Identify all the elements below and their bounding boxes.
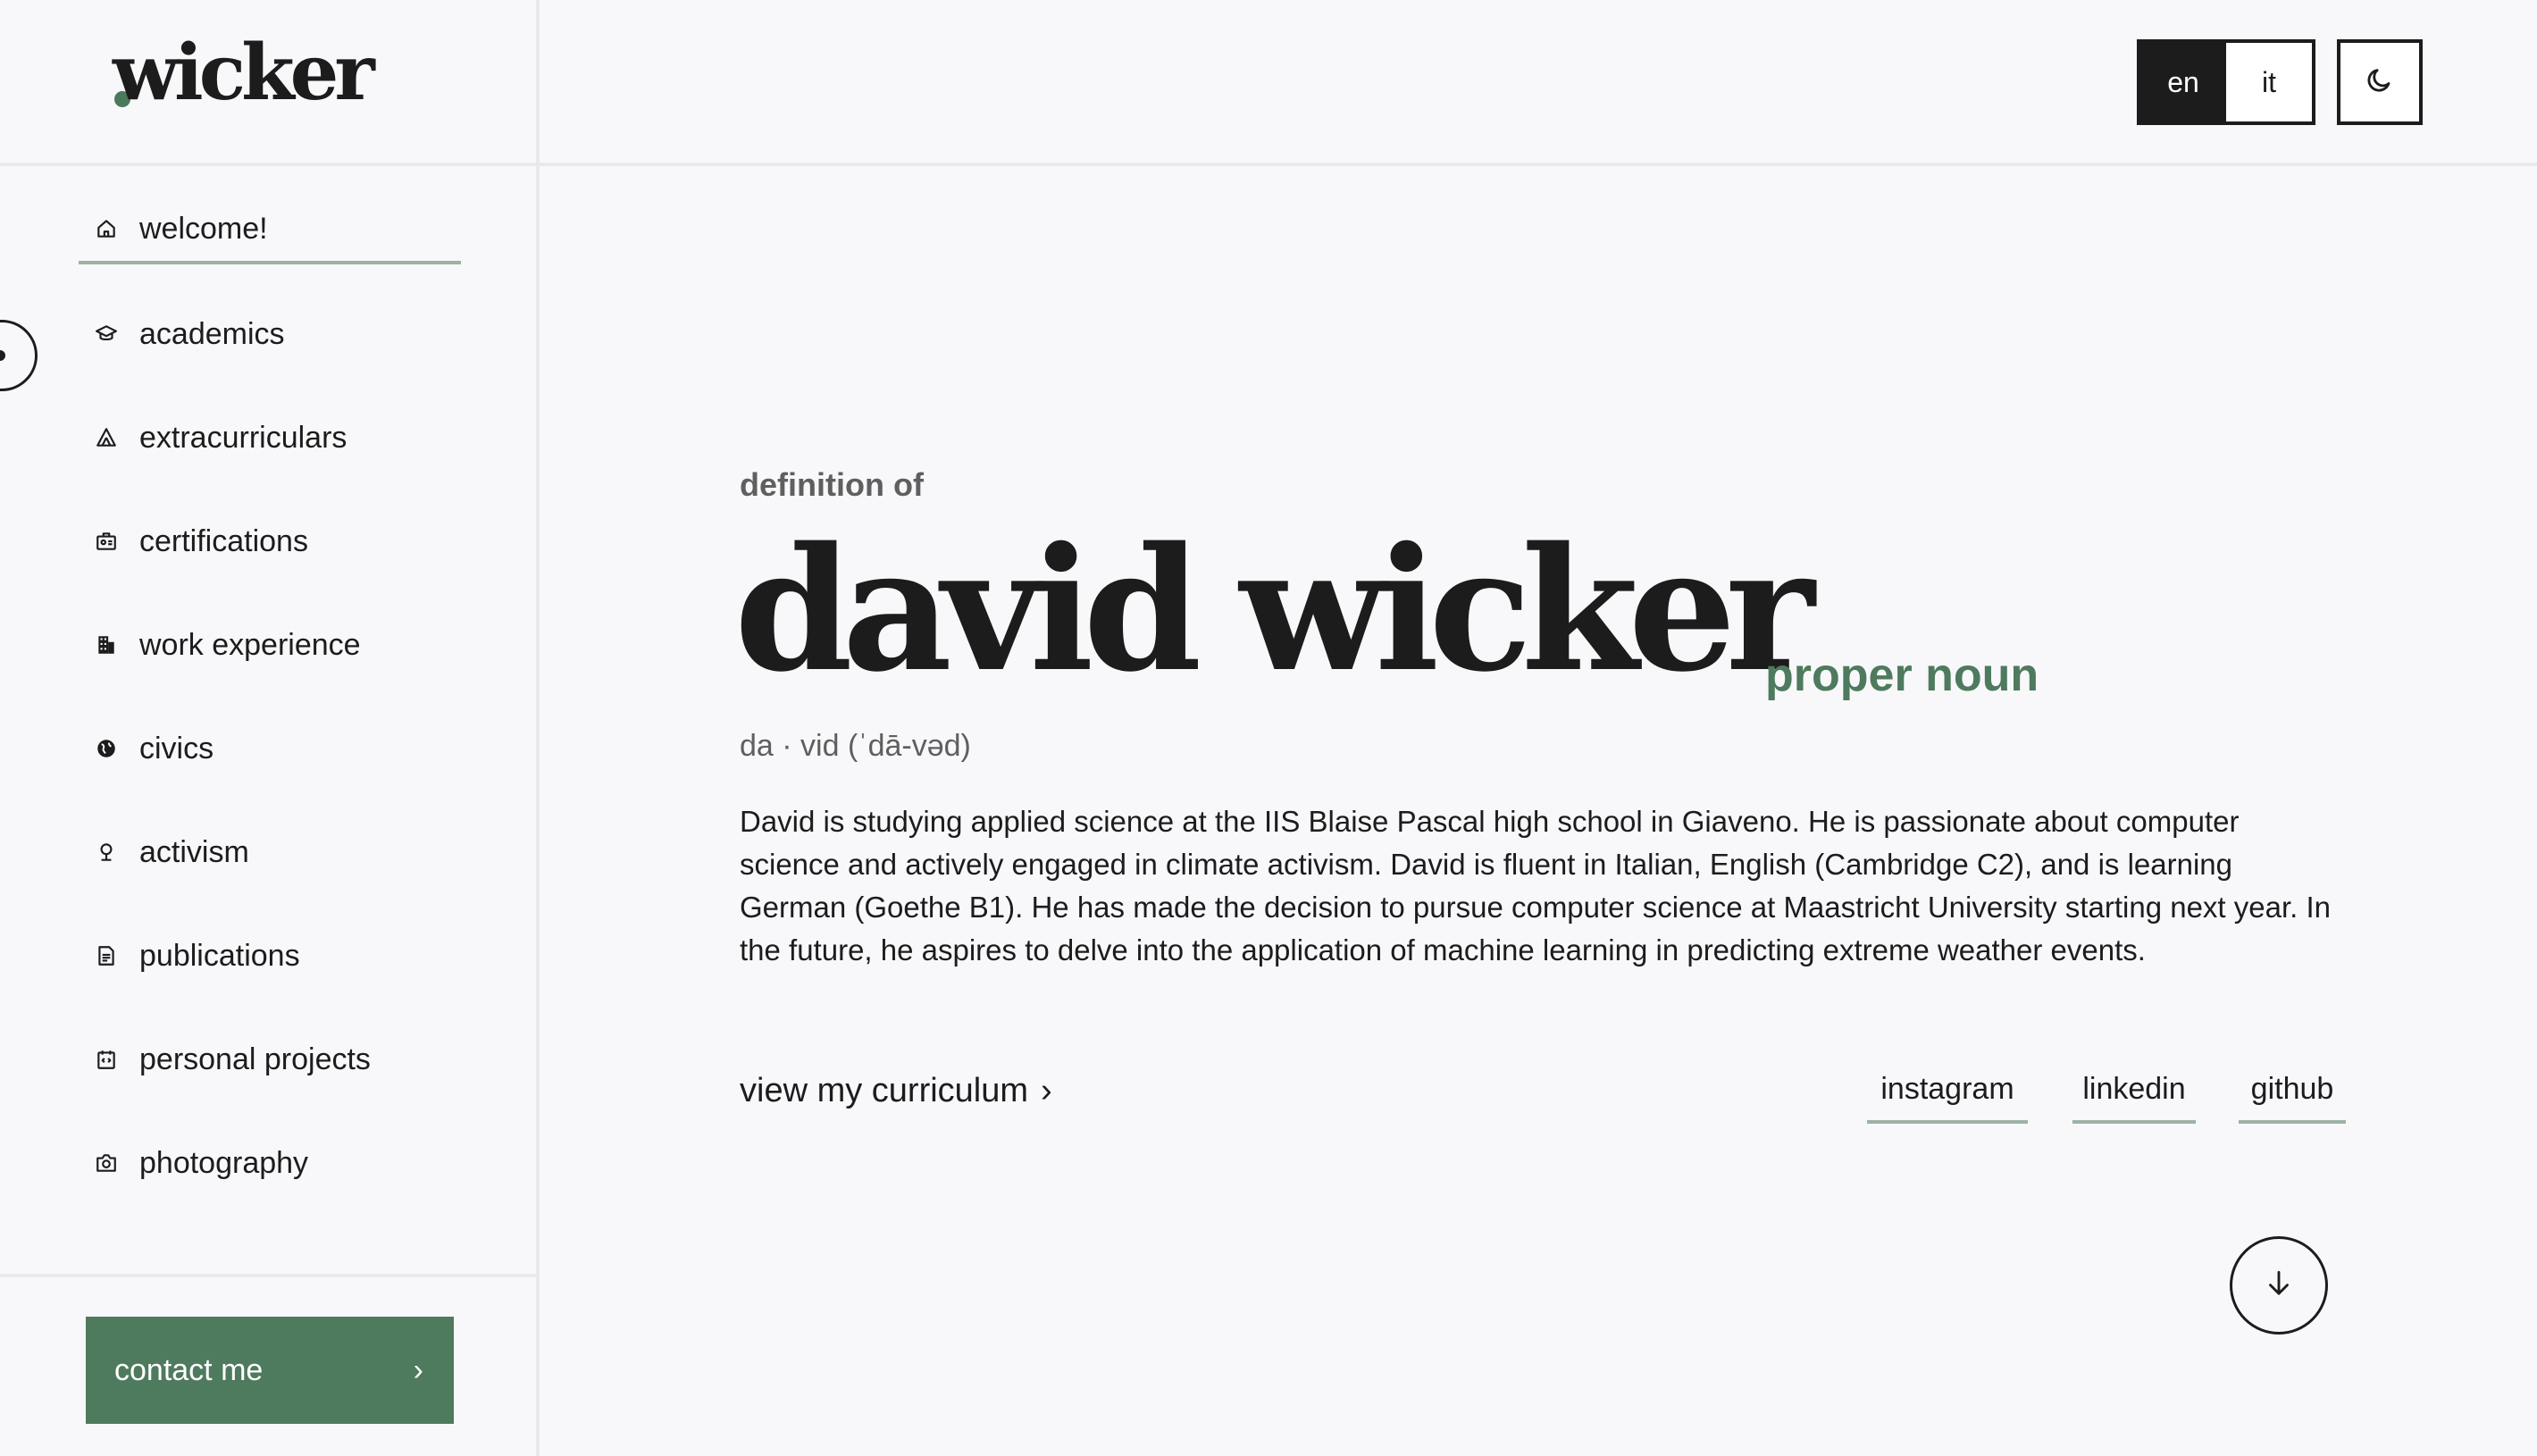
sidebar-item-label: photography	[139, 1145, 309, 1180]
sidebar-item-extracurriculars[interactable]: extracurriculars	[79, 404, 461, 472]
bio-description: David is studying applied science at the…	[740, 805, 2332, 966]
linkedin-link[interactable]: linkedin	[2072, 1068, 2196, 1124]
chevron-right-icon: ›	[1041, 1072, 1052, 1109]
document-icon	[84, 933, 129, 978]
sidebar-footer: contact me ›	[0, 1274, 536, 1456]
page: wicker welcome! academics extracurricula…	[0, 0, 2537, 1456]
tent-icon	[84, 415, 129, 460]
github-link[interactable]: github	[2239, 1068, 2346, 1124]
part-of-speech: proper noun	[1765, 649, 2039, 701]
sidebar-item-label: certifications	[139, 523, 308, 558]
scroll-down-button[interactable]	[2230, 1236, 2328, 1335]
top-header: en it	[540, 0, 2537, 166]
lang-en-button[interactable]: en	[2140, 43, 2226, 121]
contact-button[interactable]: contact me ›	[86, 1317, 454, 1424]
graduation-cap-icon	[84, 312, 129, 356]
code-icon	[84, 1037, 129, 1082]
sidebar-item-label: welcome!	[139, 211, 268, 246]
site-logo[interactable]: wicker	[113, 27, 375, 119]
definition-label: definition of	[740, 466, 924, 503]
home-icon	[84, 206, 129, 251]
globe-icon	[84, 726, 129, 771]
sidebar-item-certifications[interactable]: certifications	[79, 507, 461, 575]
moon-icon	[2365, 65, 2395, 100]
camera-icon	[84, 1141, 129, 1185]
sidebar-item-publications[interactable]: publications	[79, 922, 461, 990]
sidebar-item-civics[interactable]: civics	[79, 715, 461, 782]
badge-icon	[84, 519, 129, 564]
logo-area: wicker	[0, 0, 536, 166]
cursor-ring	[0, 320, 38, 391]
language-switcher: en it	[2137, 39, 2315, 125]
arrow-down-icon	[2262, 1267, 2296, 1305]
page-title: david wicker	[734, 510, 1815, 709]
instagram-link[interactable]: instagram	[1867, 1068, 2028, 1124]
view-curriculum-label: view my curriculum	[740, 1072, 1029, 1109]
sidebar-item-academics[interactable]: academics	[79, 300, 461, 368]
sidebar-item-label: personal projects	[139, 1042, 371, 1076]
chevron-right-icon: ›	[413, 1352, 423, 1387]
sidebar-item-welcome[interactable]: welcome!	[79, 197, 461, 264]
theme-toggle-button[interactable]	[2337, 39, 2423, 125]
building-icon	[84, 623, 129, 667]
pronunciation: da · vid (ˈdā-vəd)	[740, 729, 971, 763]
sidebar-item-label: work experience	[139, 627, 361, 662]
sidebar: wicker welcome! academics extracurricula…	[0, 0, 540, 1456]
sidebar-item-label: civics	[139, 731, 214, 766]
sidebar-item-personal-projects[interactable]: personal projects	[79, 1025, 461, 1093]
tree-icon	[84, 830, 129, 874]
sidebar-item-label: activism	[139, 834, 249, 869]
lang-it-button[interactable]: it	[2226, 43, 2312, 121]
sidebar-item-activism[interactable]: activism	[79, 818, 461, 886]
contact-button-label: contact me	[114, 1352, 264, 1387]
sidebar-item-label: extracurriculars	[139, 420, 347, 455]
sidebar-item-work-experience[interactable]: work experience	[79, 611, 461, 679]
sidebar-item-label: academics	[139, 316, 285, 351]
sidebar-item-label: publications	[139, 938, 300, 973]
view-curriculum-link[interactable]: view my curriculum ›	[740, 1072, 1052, 1110]
sidebar-item-photography[interactable]: photography	[79, 1129, 461, 1197]
